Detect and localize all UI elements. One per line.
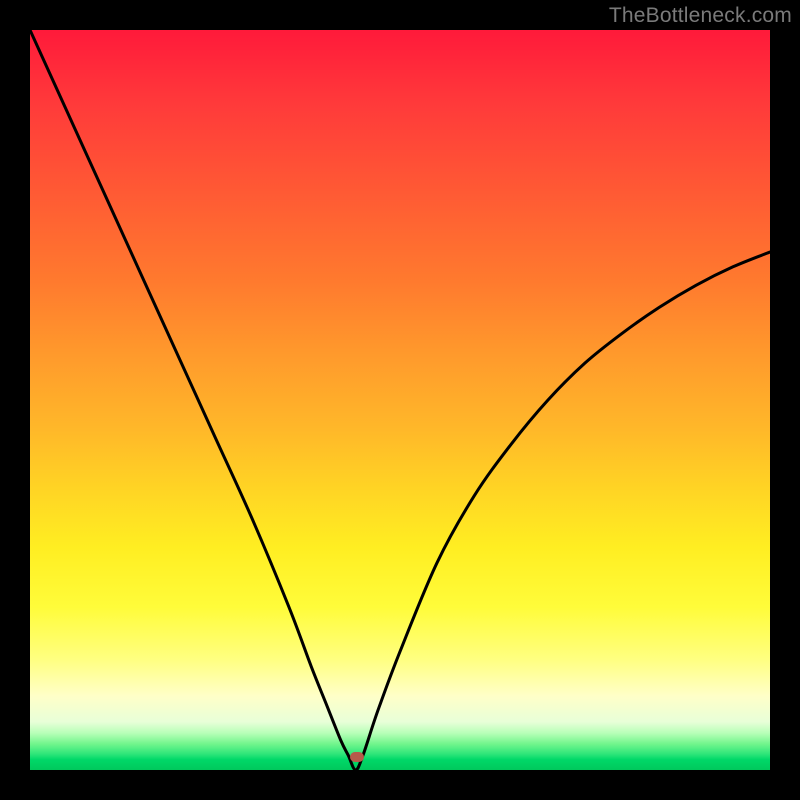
plot-area: [30, 30, 770, 770]
optimal-point-marker: [350, 752, 364, 762]
bottleneck-curve: [30, 30, 770, 770]
outer-black-frame: TheBottleneck.com: [0, 0, 800, 800]
watermark-text: TheBottleneck.com: [609, 4, 792, 28]
